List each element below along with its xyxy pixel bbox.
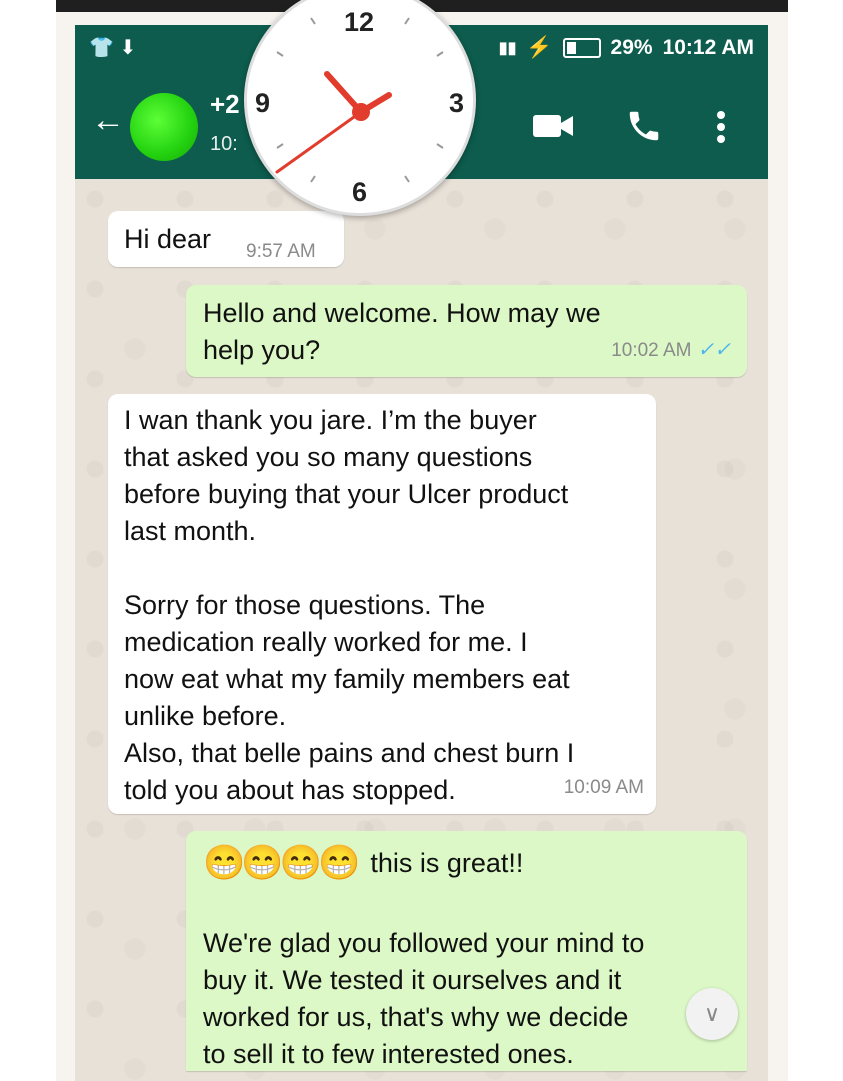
message-text: I wan thank you jare. I’m the buyer that… xyxy=(124,405,575,805)
scroll-down-icon[interactable]: ∨ xyxy=(686,988,738,1040)
voice-call-icon[interactable] xyxy=(625,107,663,145)
clock-overlay: 12 3 6 9 xyxy=(244,0,476,216)
message-text: Hi dear xyxy=(124,224,212,254)
status-right: ▮▮ ⚡ 29% 10:12 AM xyxy=(499,36,754,60)
last-seen: 10: xyxy=(210,133,238,155)
notification-icons: 👕 ⬇ xyxy=(89,37,137,59)
back-arrow-icon[interactable]: ← xyxy=(91,101,125,140)
read-ticks-icon: ✓✓ xyxy=(697,339,731,361)
message-outgoing: 😁😁😁😁 this is great!! We're glad you foll… xyxy=(186,831,747,1071)
status-time: 10:12 AM xyxy=(662,36,754,59)
grinning-emoji-icon: 😁😁😁😁 xyxy=(203,844,360,882)
message-time: 10:09 AM xyxy=(563,777,644,798)
message-outgoing: Hello and welcome. How may we help you? … xyxy=(186,285,747,377)
clock-hands-icon xyxy=(275,17,444,183)
message-time: 10:02 AM xyxy=(611,340,692,361)
contact-name[interactable]: +2 xyxy=(210,89,240,120)
message-time: 9:57 AM xyxy=(246,241,316,262)
message-first-line: 😁😁😁😁 this is great!! xyxy=(203,844,524,882)
signal-icon: ▮▮ xyxy=(498,40,517,57)
avatar[interactable] xyxy=(130,93,198,161)
charging-icon: ⚡ xyxy=(526,36,553,59)
message-incoming: Hi dear 9:57 AM xyxy=(108,211,344,267)
video-call-icon[interactable] xyxy=(531,111,575,141)
chat-area[interactable]: Hi dear 9:57 AM Hello and welcome. How m… xyxy=(75,179,768,1081)
more-options-icon[interactable] xyxy=(715,109,727,145)
message-text: We're glad you followed your mind to buy… xyxy=(203,928,645,1069)
message-incoming: I wan thank you jare. I’m the buyer that… xyxy=(108,394,656,814)
battery-icon xyxy=(562,38,601,58)
battery-percent: 29% xyxy=(610,36,653,59)
message-meta: 10:02 AM ✓✓ xyxy=(611,329,731,369)
